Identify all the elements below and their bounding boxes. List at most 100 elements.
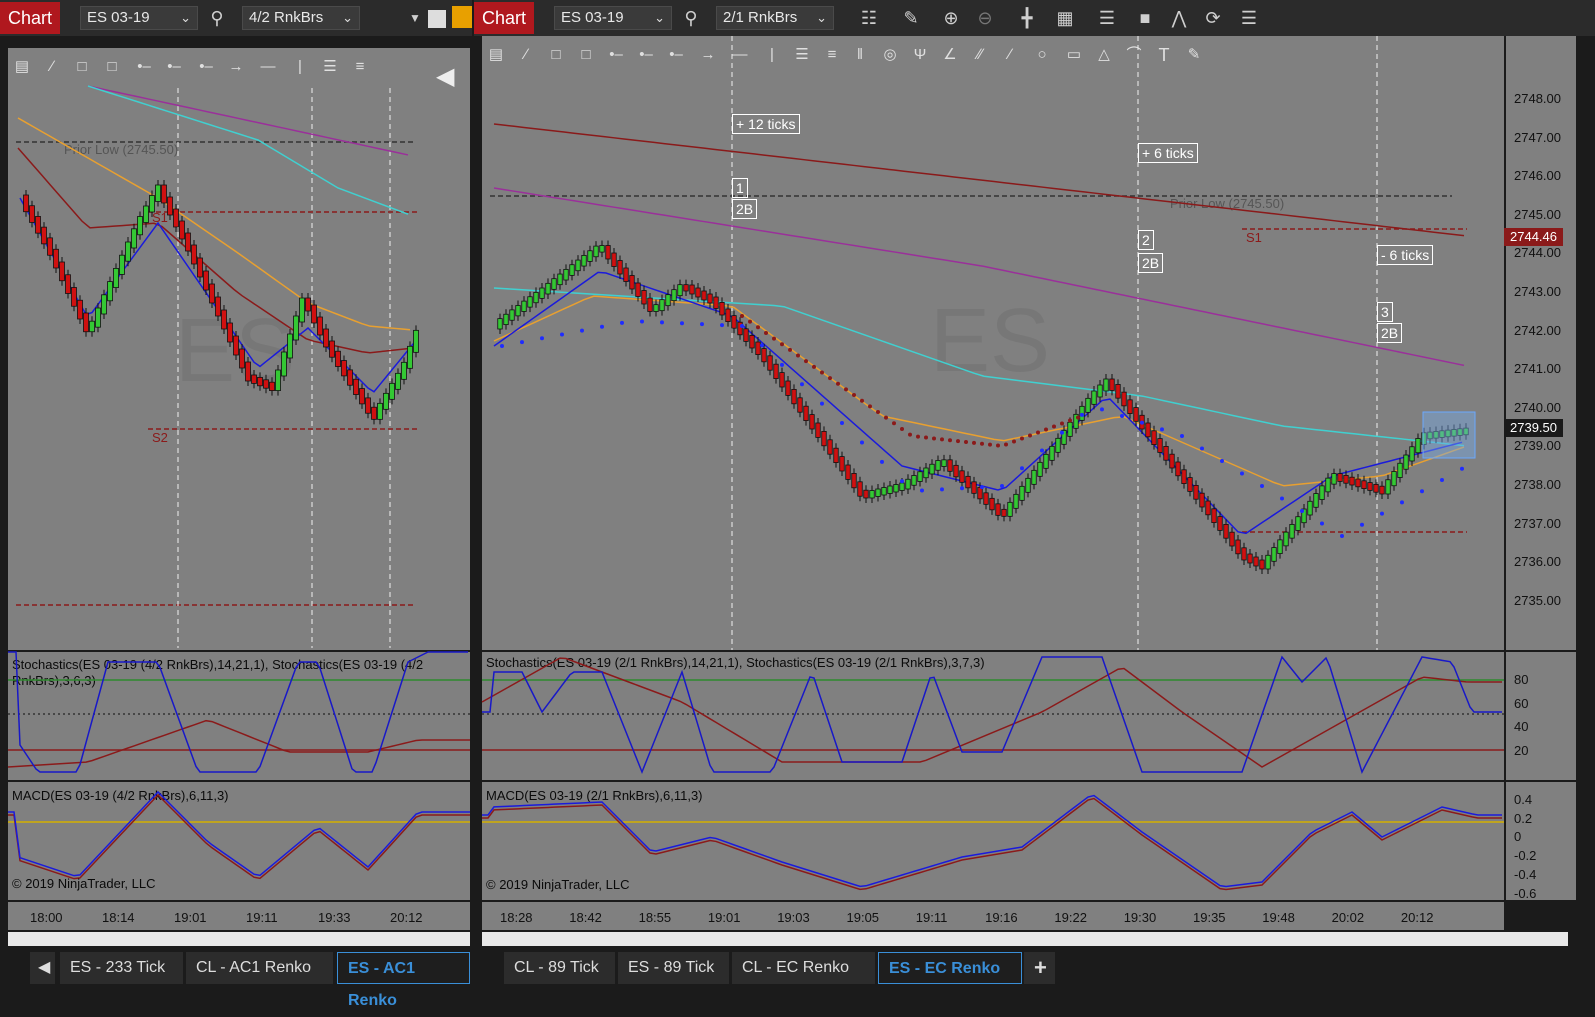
up-bar	[521, 300, 527, 312]
annotation-plus-6-ticks[interactable]: + 6 ticks	[1138, 143, 1198, 163]
stop-dot-blue	[740, 324, 744, 328]
stop-dot-blue	[640, 319, 644, 324]
search-icon[interactable]: ⚲	[678, 4, 704, 32]
macd-tick-label: -0.4	[1514, 866, 1537, 882]
down-bar	[371, 406, 377, 420]
tab-cl-89-tick[interactable]: CL - 89 Tick	[504, 952, 616, 984]
ema-cyan-line	[87, 85, 409, 215]
left-instrument-select[interactable]: ES 03-19 ⌄	[80, 6, 198, 30]
window-restore-icon[interactable]	[428, 10, 446, 28]
down-bar	[773, 363, 779, 380]
up-bar	[1271, 547, 1277, 562]
tab-cl-ec-renko[interactable]: CL - EC Renko	[732, 952, 876, 984]
stop-dot-blue	[1180, 434, 1184, 438]
window-maximize-icon[interactable]	[452, 6, 472, 28]
up-bar	[1265, 554, 1271, 570]
down-bar	[623, 267, 629, 282]
tab-es-233-tick[interactable]: ES - 233 Tick	[60, 952, 184, 984]
swing-label-2b-1[interactable]: 2B	[732, 199, 758, 219]
time-tick-label: 19:11	[246, 910, 278, 925]
up-bar	[407, 345, 413, 369]
zoom-out-icon[interactable]: ⊖	[972, 4, 998, 32]
tab-es-ac1-renko[interactable]: ES - AC1 Renko	[337, 952, 470, 1009]
dropdown-arrow-icon[interactable]: ▼	[402, 4, 428, 32]
stop-dot-red	[756, 325, 760, 330]
stop-dot-blue	[1040, 448, 1044, 453]
right-instrument-select[interactable]: ES 03-19 ⌄	[554, 6, 672, 30]
stop-dot-blue	[1260, 484, 1264, 488]
down-bar	[1241, 547, 1247, 561]
selection-box[interactable]	[1422, 411, 1476, 459]
macd-signal-line	[482, 797, 1502, 891]
down-bar	[1151, 430, 1157, 445]
left-chart-menu-button[interactable]: Chart	[0, 2, 61, 34]
up-bar	[1277, 539, 1283, 554]
tab-es-89-tick[interactable]: ES - 89 Tick	[618, 952, 730, 984]
down-bar	[647, 297, 653, 312]
up-bar	[1307, 500, 1313, 516]
indicators-icon[interactable]: ☰	[1094, 4, 1120, 32]
annotation-minus-6-ticks[interactable]: - 6 ticks	[1377, 245, 1434, 265]
data-box-icon[interactable]: ▦	[1052, 4, 1078, 32]
left-tab-scroll-left[interactable]: ◀	[30, 952, 56, 984]
down-bar	[1223, 523, 1229, 539]
stop-dot-red	[932, 436, 936, 441]
properties-list-icon[interactable]: ☰	[1236, 4, 1262, 32]
search-icon[interactable]: ⚲	[204, 4, 230, 32]
right-macd-chart	[482, 794, 1504, 891]
stop-dot-blue	[940, 487, 944, 492]
swing-label-2b-2[interactable]: 2B	[1138, 253, 1164, 273]
zoom-in-icon[interactable]: ⊕	[938, 4, 964, 32]
up-bar	[287, 333, 293, 359]
tab-cl-ac1-renko[interactable]: CL - AC1 Renko	[186, 952, 334, 984]
stop-dot-red	[988, 442, 992, 447]
stop-dot-blue	[680, 321, 684, 326]
ema-darkred-line	[17, 147, 411, 354]
swing-label-2b-3[interactable]: 2B	[1377, 323, 1403, 343]
down-bar	[611, 252, 617, 267]
up-bar	[1283, 531, 1289, 547]
down-bar	[827, 439, 833, 455]
right-bars-type-select[interactable]: 2/1 RnkBrs ⌄	[716, 6, 834, 30]
up-bar	[1409, 446, 1415, 462]
down-bar	[71, 287, 77, 307]
down-bar	[959, 470, 965, 483]
up-bar	[1097, 384, 1103, 398]
annotation-plus-12-ticks[interactable]: + 12 ticks	[732, 114, 800, 134]
right-horizontal-scrollbar[interactable]	[482, 932, 1568, 946]
down-bar	[365, 397, 371, 414]
down-bar	[749, 334, 755, 349]
swing-count-2[interactable]: 2	[1138, 230, 1154, 250]
down-bar	[317, 316, 323, 336]
down-bar	[791, 388, 797, 405]
left-horizontal-scrollbar[interactable]	[8, 932, 470, 946]
reload-icon[interactable]: ⟳	[1200, 4, 1226, 32]
up-bar	[1415, 438, 1421, 454]
swing-count-1[interactable]: 1	[732, 178, 748, 198]
right-chart-menu-button[interactable]: Chart	[474, 2, 535, 34]
s1-price-badge: 2744.46	[1504, 228, 1563, 246]
right-price-chart	[490, 36, 1476, 650]
macd-tick-label: 0	[1514, 829, 1522, 845]
macd-tick-label: 0.4	[1514, 792, 1533, 807]
left-bars-type-select[interactable]: 4/2 RnkBrs ⌄	[242, 6, 360, 30]
stop-dot-blue	[620, 320, 624, 325]
up-bar	[557, 273, 563, 286]
macd-tick-label: -0.2	[1514, 848, 1537, 864]
down-bar	[1247, 553, 1253, 564]
macd-tick-label: 0.2	[1514, 810, 1533, 826]
up-bar	[377, 402, 383, 420]
bar-chart-style-icon[interactable]: ☷	[856, 4, 882, 32]
down-bar	[707, 293, 713, 304]
analyzer-icon[interactable]: ⋀	[1166, 4, 1192, 32]
strategies-icon[interactable]: ■	[1132, 4, 1158, 32]
down-bar	[203, 270, 209, 291]
pencil-icon[interactable]: ✎	[898, 4, 924, 32]
stop-dot-red	[876, 410, 880, 414]
ema-purple-line	[87, 85, 409, 156]
price-tick-label: 2735.00	[1514, 592, 1561, 608]
tab-es-ec-renko[interactable]: ES - EC Renko	[878, 952, 1022, 984]
add-tab-button[interactable]: +	[1024, 952, 1056, 984]
crosshair-icon[interactable]: ╋	[1014, 4, 1040, 32]
swing-count-3[interactable]: 3	[1377, 302, 1393, 322]
